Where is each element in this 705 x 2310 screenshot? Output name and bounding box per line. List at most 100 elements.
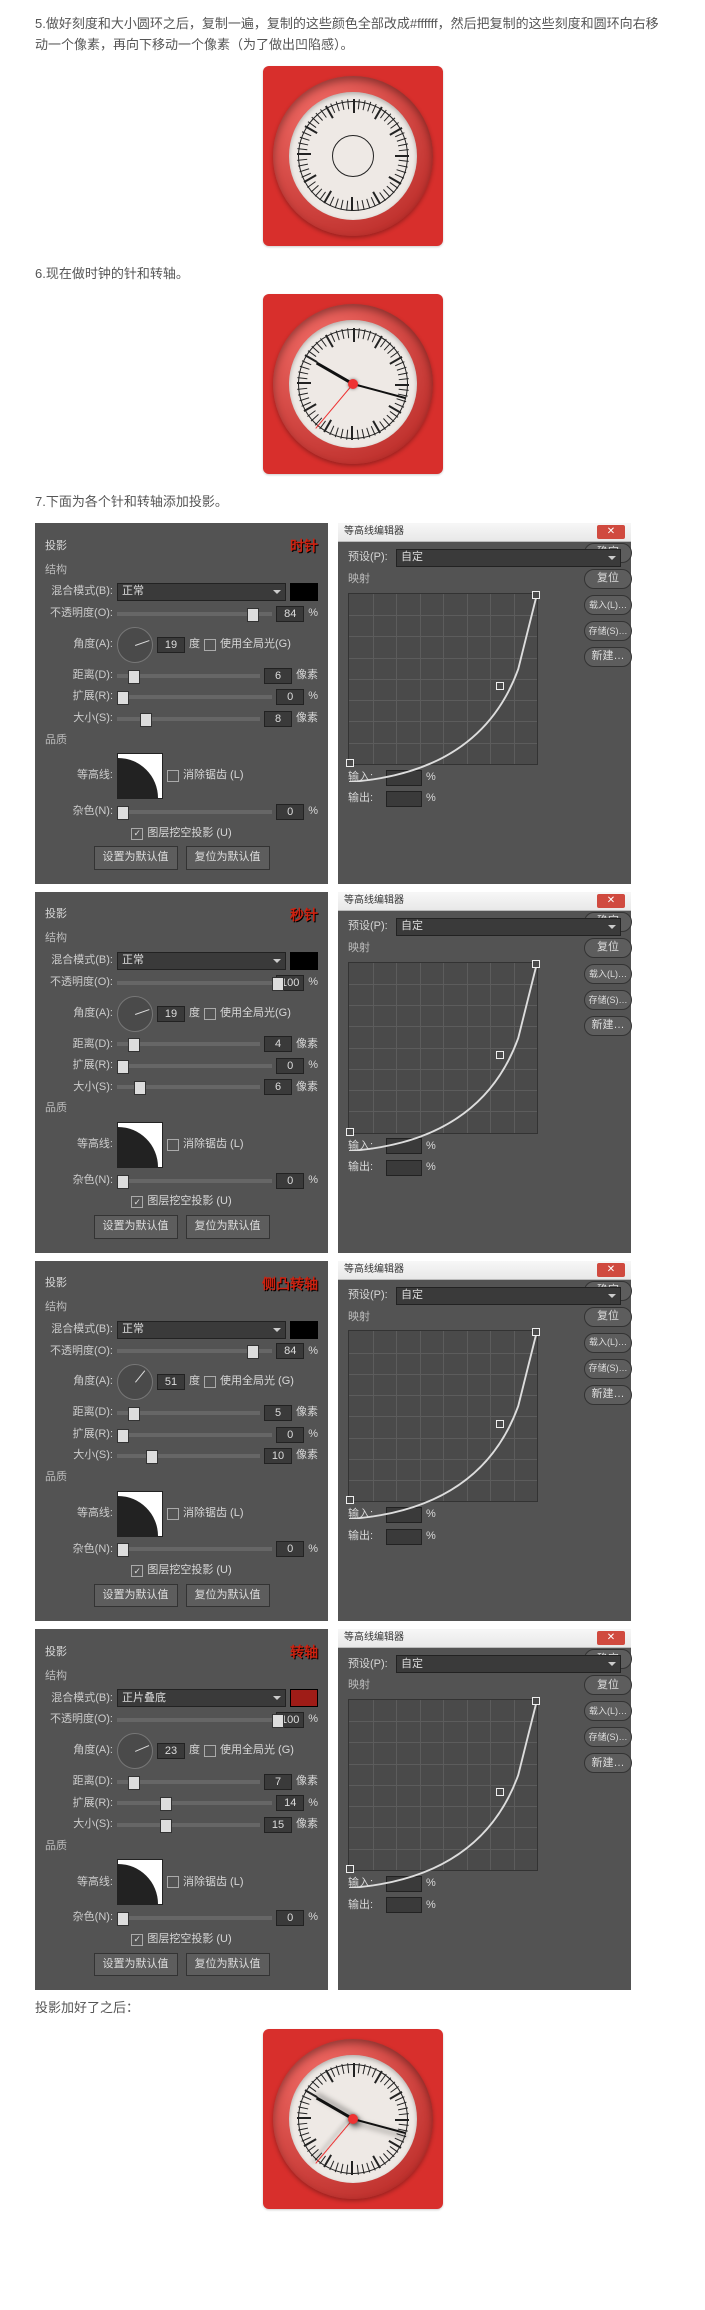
reset-default-button[interactable]: 复位为默认值 [186,1953,270,1977]
preset-select[interactable]: 自定 [396,549,621,567]
opacity-slider[interactable] [117,981,272,985]
anti-alias-checkbox[interactable] [167,770,179,782]
opacity-slider[interactable] [117,612,272,616]
angle-dial[interactable] [117,1733,153,1769]
preset-select[interactable]: 自定 [396,1655,621,1673]
knockout-checkbox[interactable] [131,1934,143,1946]
save-button[interactable]: 存储(S)… [584,1727,632,1747]
save-button[interactable]: 存储(S)… [584,990,632,1010]
make-default-button[interactable]: 设置为默认值 [94,1215,178,1239]
noise-value[interactable]: 0 [276,804,304,820]
load-button[interactable]: 载入(L)… [584,1701,632,1721]
reset-default-button[interactable]: 复位为默认值 [186,846,270,870]
spread-slider[interactable] [117,1801,272,1805]
contour-thumb[interactable] [117,753,163,799]
close-icon[interactable]: ✕ [597,1263,625,1277]
noise-slider[interactable] [117,1916,272,1920]
noise-slider[interactable] [117,1547,272,1551]
opacity-value[interactable]: 84 [276,606,304,622]
size-value[interactable]: 6 [264,1079,292,1095]
angle-dial[interactable] [117,627,153,663]
new-button[interactable]: 新建… [584,1753,632,1773]
reset-button[interactable]: 复位 [584,1675,632,1695]
output-value[interactable] [386,1160,422,1176]
contour-thumb[interactable] [117,1859,163,1905]
knockout-checkbox[interactable] [131,828,143,840]
close-icon[interactable]: ✕ [597,894,625,908]
angle-value[interactable]: 19 [157,637,185,653]
make-default-button[interactable]: 设置为默认值 [94,1584,178,1608]
load-button[interactable]: 载入(L)… [584,595,632,615]
anti-alias-checkbox[interactable] [167,1139,179,1151]
distance-value[interactable]: 7 [264,1774,292,1790]
size-slider[interactable] [117,1085,260,1089]
spread-slider[interactable] [117,1064,272,1068]
global-light-checkbox[interactable] [204,639,216,651]
blend-mode-select[interactable]: 正常 [117,1321,286,1339]
spread-slider[interactable] [117,695,272,699]
angle-dial[interactable] [117,1364,153,1400]
load-button[interactable]: 载入(L)… [584,964,632,984]
noise-value[interactable]: 0 [276,1910,304,1926]
close-icon[interactable]: ✕ [597,1631,625,1645]
contour-thumb[interactable] [117,1491,163,1537]
make-default-button[interactable]: 设置为默认值 [94,846,178,870]
preset-select[interactable]: 自定 [396,1287,621,1305]
angle-value[interactable]: 51 [157,1374,185,1390]
global-light-checkbox[interactable] [204,1745,216,1757]
global-light-checkbox[interactable] [204,1008,216,1020]
reset-button[interactable]: 复位 [584,569,632,589]
distance-slider[interactable] [117,1042,260,1046]
save-button[interactable]: 存储(S)… [584,621,632,641]
shadow-color-swatch[interactable] [290,1321,318,1339]
load-button[interactable]: 载入(L)… [584,1333,632,1353]
size-slider[interactable] [117,1823,260,1827]
spread-value[interactable]: 14 [276,1795,304,1811]
angle-dial[interactable] [117,996,153,1032]
new-button[interactable]: 新建… [584,1385,632,1405]
distance-value[interactable]: 4 [264,1036,292,1052]
size-value[interactable]: 15 [264,1817,292,1833]
size-slider[interactable] [117,717,260,721]
contour-curve-grid[interactable] [348,593,538,765]
knockout-checkbox[interactable] [131,1565,143,1577]
size-slider[interactable] [117,1454,260,1458]
spread-value[interactable]: 0 [276,1427,304,1443]
output-value[interactable] [386,1529,422,1545]
shadow-color-swatch[interactable] [290,1689,318,1707]
noise-slider[interactable] [117,1179,272,1183]
contour-curve-grid[interactable] [348,1330,538,1502]
noise-value[interactable]: 0 [276,1541,304,1557]
global-light-checkbox[interactable] [204,1376,216,1388]
blend-mode-select[interactable]: 正片叠底 [117,1689,286,1707]
anti-alias-checkbox[interactable] [167,1508,179,1520]
knockout-checkbox[interactable] [131,1196,143,1208]
contour-curve-grid[interactable] [348,962,538,1134]
reset-button[interactable]: 复位 [584,938,632,958]
anti-alias-checkbox[interactable] [167,1876,179,1888]
distance-slider[interactable] [117,674,260,678]
distance-value[interactable]: 5 [264,1405,292,1421]
distance-slider[interactable] [117,1780,260,1784]
noise-value[interactable]: 0 [276,1173,304,1189]
blend-mode-select[interactable]: 正常 [117,583,286,601]
contour-thumb[interactable] [117,1122,163,1168]
angle-value[interactable]: 19 [157,1006,185,1022]
spread-value[interactable]: 0 [276,689,304,705]
close-icon[interactable]: ✕ [597,525,625,539]
contour-curve-grid[interactable] [348,1699,538,1871]
size-value[interactable]: 10 [264,1448,292,1464]
new-button[interactable]: 新建… [584,1016,632,1036]
reset-default-button[interactable]: 复位为默认值 [186,1584,270,1608]
noise-slider[interactable] [117,810,272,814]
angle-value[interactable]: 23 [157,1743,185,1759]
preset-select[interactable]: 自定 [396,918,621,936]
new-button[interactable]: 新建… [584,647,632,667]
save-button[interactable]: 存储(S)… [584,1359,632,1379]
spread-slider[interactable] [117,1433,272,1437]
distance-value[interactable]: 6 [264,668,292,684]
reset-button[interactable]: 复位 [584,1307,632,1327]
opacity-slider[interactable] [117,1718,272,1722]
opacity-slider[interactable] [117,1349,272,1353]
blend-mode-select[interactable]: 正常 [117,952,286,970]
